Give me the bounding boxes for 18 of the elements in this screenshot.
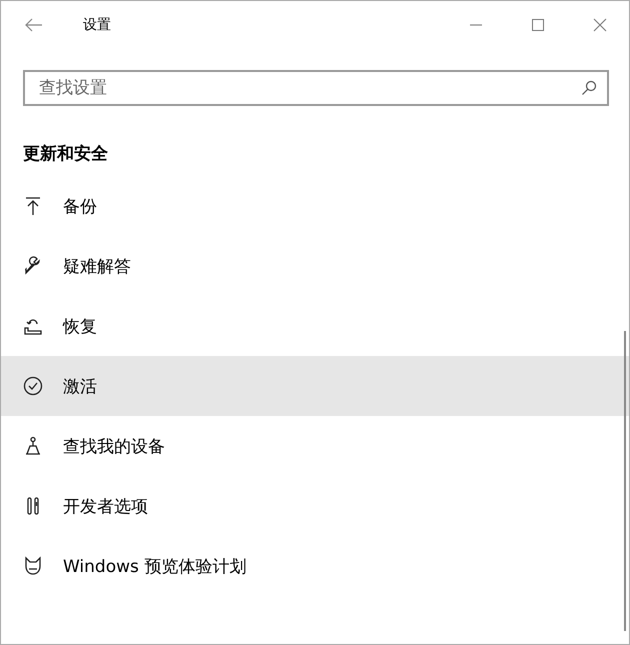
maximize-icon[interactable] <box>531 18 545 32</box>
window-title: 设置 <box>83 16 111 34</box>
nav-item[interactable]: 疑难解答 <box>1 236 629 296</box>
up-arrow-icon <box>23 196 43 216</box>
nav-item[interactable]: 开发者选项 <box>1 476 629 536</box>
close-icon[interactable] <box>593 18 607 32</box>
nav-item[interactable]: 恢复 <box>1 296 629 356</box>
section-heading: 更新和安全 <box>23 143 109 166</box>
nav-item[interactable]: Windows 预览体验计划 <box>1 536 629 596</box>
nav-item[interactable]: 备份 <box>1 176 629 236</box>
nav-item[interactable]: 激活 <box>1 356 629 416</box>
nav-item[interactable]: 查找我的设备 <box>1 416 629 476</box>
search-field[interactable]: 查找设置 <box>23 70 609 106</box>
scrollbar[interactable] <box>624 331 626 631</box>
check-circle-icon <box>23 376 43 396</box>
search-icon[interactable] <box>581 80 597 96</box>
person-pin-icon <box>23 436 43 456</box>
back-icon[interactable] <box>25 18 43 32</box>
